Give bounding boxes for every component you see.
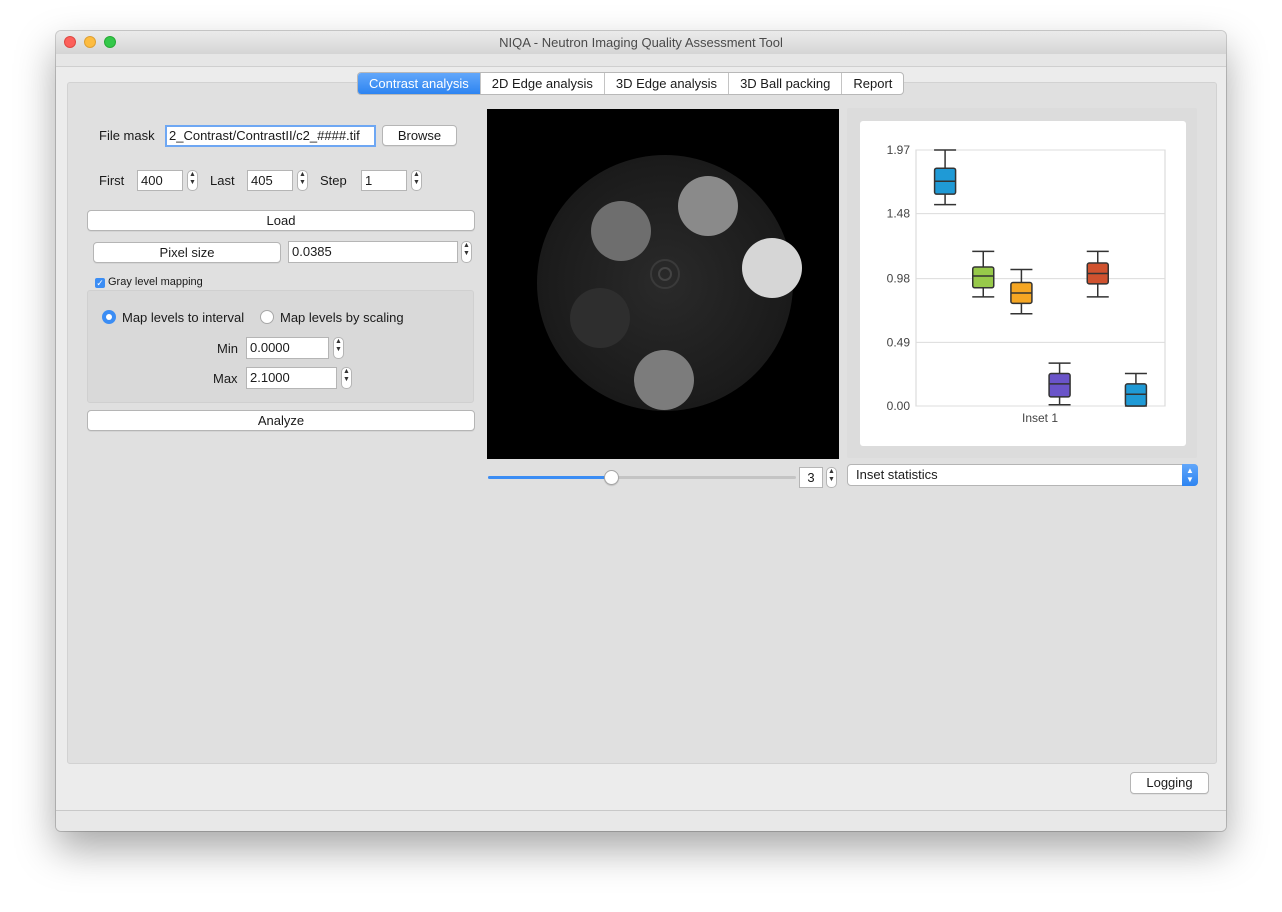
last-stepper[interactable]: ▲ ▼ bbox=[297, 170, 308, 191]
chevron-up-icon: ▲ bbox=[828, 468, 835, 475]
box-series bbox=[1010, 268, 1033, 315]
status-bar bbox=[56, 810, 1226, 831]
slice-index-stepper[interactable]: ▲ ▼ bbox=[826, 467, 837, 488]
window-title: NIQA - Neutron Imaging Quality Assessmen… bbox=[499, 35, 783, 50]
checkmark-icon: ✓ bbox=[96, 278, 104, 288]
slice-slider[interactable] bbox=[488, 470, 796, 485]
slice-index-input[interactable]: 3 bbox=[799, 467, 823, 488]
first-label: First bbox=[99, 173, 125, 188]
tick-layer: 1.97 1.48 0.98 0.49 0.00 bbox=[887, 143, 911, 413]
chevron-up-icon: ▲ bbox=[335, 338, 342, 345]
chevron-up-icon: ▲ bbox=[343, 368, 350, 375]
chevron-down-icon: ▼ bbox=[463, 250, 470, 257]
statistics-select[interactable]: Inset statistics ▲ ▼ bbox=[847, 464, 1198, 486]
first-input[interactable]: 400 bbox=[137, 170, 183, 191]
file-mask-label: File mask bbox=[99, 128, 155, 143]
first-stepper[interactable]: ▲ ▼ bbox=[187, 170, 198, 191]
map-interval-radio[interactable] bbox=[102, 310, 116, 324]
file-mask-input[interactable]: 2_Contrast/ContrastII/c2_####.tif bbox=[165, 125, 376, 147]
gray-level-label: Gray level mapping bbox=[108, 276, 203, 288]
step-input[interactable]: 1 bbox=[361, 170, 407, 191]
box-plot-svg: 1.97 1.48 0.98 0.49 0.00 Inset 1 bbox=[887, 143, 1166, 425]
last-input[interactable]: 405 bbox=[247, 170, 293, 191]
chevron-up-icon: ▲ bbox=[463, 242, 470, 249]
browse-button[interactable]: Browse bbox=[382, 125, 457, 146]
box-series bbox=[1048, 362, 1071, 406]
box-series bbox=[972, 250, 995, 298]
chevron-down-icon: ▼ bbox=[343, 376, 350, 383]
y-tick-label: 1.97 bbox=[887, 143, 911, 157]
step-stepper[interactable]: ▲ ▼ bbox=[411, 170, 422, 191]
pixel-size-button[interactable]: Pixel size bbox=[93, 242, 281, 263]
toolbar-area bbox=[56, 54, 1226, 67]
chevron-down-icon: ▼ bbox=[413, 179, 420, 186]
pixel-size-stepper[interactable]: ▲ ▼ bbox=[461, 241, 472, 263]
gray-level-checkbox[interactable]: ✓ bbox=[95, 278, 105, 288]
chevron-updown-icon: ▲ ▼ bbox=[1182, 464, 1198, 486]
tab-3d-ball-packing[interactable]: 3D Ball packing bbox=[729, 73, 843, 94]
min-stepper[interactable]: ▲ ▼ bbox=[333, 337, 344, 359]
title-bar: NIQA - Neutron Imaging Quality Assessmen… bbox=[56, 31, 1226, 55]
map-scaling-radio[interactable] bbox=[260, 310, 274, 324]
statistics-select-value: Inset statistics bbox=[856, 467, 938, 482]
max-label: Max bbox=[213, 371, 238, 386]
chevron-down-icon: ▼ bbox=[828, 476, 835, 483]
insert-disc bbox=[678, 176, 738, 236]
min-input[interactable]: 0.0000 bbox=[246, 337, 329, 359]
box-layer bbox=[933, 149, 1148, 407]
slider-fill bbox=[488, 476, 612, 479]
tab-report[interactable]: Report bbox=[842, 73, 903, 94]
chevron-up-icon: ▲ bbox=[413, 171, 420, 178]
insert-disc bbox=[634, 350, 694, 410]
chevron-up-icon: ▲ bbox=[299, 171, 306, 178]
load-button[interactable]: Load bbox=[87, 210, 475, 231]
map-scaling-label: Map levels by scaling bbox=[280, 310, 404, 325]
tab-3d-edge-analysis[interactable]: 3D Edge analysis bbox=[605, 73, 730, 94]
chevron-up-icon: ▲ bbox=[189, 171, 196, 178]
y-tick-label: 0.98 bbox=[887, 272, 911, 286]
tab-bar: Contrast analysis 2D Edge analysis 3D Ed… bbox=[357, 72, 905, 95]
step-label: Step bbox=[320, 173, 347, 188]
box-series bbox=[933, 149, 957, 206]
box-iqr bbox=[972, 266, 995, 289]
tab-contrast-analysis[interactable]: Contrast analysis bbox=[358, 73, 481, 94]
box-series bbox=[1086, 250, 1109, 298]
min-label: Min bbox=[217, 341, 238, 356]
last-label: Last bbox=[210, 173, 235, 188]
insert-disc bbox=[742, 238, 802, 298]
analyze-button[interactable]: Analyze bbox=[87, 410, 475, 431]
max-stepper[interactable]: ▲ ▼ bbox=[341, 367, 352, 389]
max-input[interactable]: 2.1000 bbox=[246, 367, 337, 389]
chevron-down-icon: ▼ bbox=[335, 346, 342, 353]
insert-disc bbox=[570, 288, 630, 348]
pixel-size-input[interactable]: 0.0385 bbox=[288, 241, 458, 263]
tab-2d-edge-analysis[interactable]: 2D Edge analysis bbox=[481, 73, 605, 94]
box-iqr bbox=[1048, 372, 1071, 398]
slice-image-viewer[interactable] bbox=[487, 109, 839, 459]
map-interval-label: Map levels to interval bbox=[122, 310, 245, 325]
box-plot-chart: 1.97 1.48 0.98 0.49 0.00 Inset 1 bbox=[860, 121, 1186, 446]
y-tick-label: 1.48 bbox=[887, 207, 911, 221]
chevron-down-icon: ▼ bbox=[299, 179, 306, 186]
y-tick-label: 0.00 bbox=[887, 399, 911, 413]
y-tick-label: 0.49 bbox=[887, 335, 911, 349]
logging-button[interactable]: Logging bbox=[1130, 772, 1209, 794]
phantom-slice-image bbox=[537, 155, 802, 411]
insert-disc bbox=[591, 201, 651, 261]
box-series bbox=[1124, 372, 1148, 407]
chevron-down-icon: ▼ bbox=[189, 179, 196, 186]
main-window: NIQA - Neutron Imaging Quality Assessmen… bbox=[56, 31, 1226, 831]
category-label: Inset 1 bbox=[1022, 411, 1058, 425]
